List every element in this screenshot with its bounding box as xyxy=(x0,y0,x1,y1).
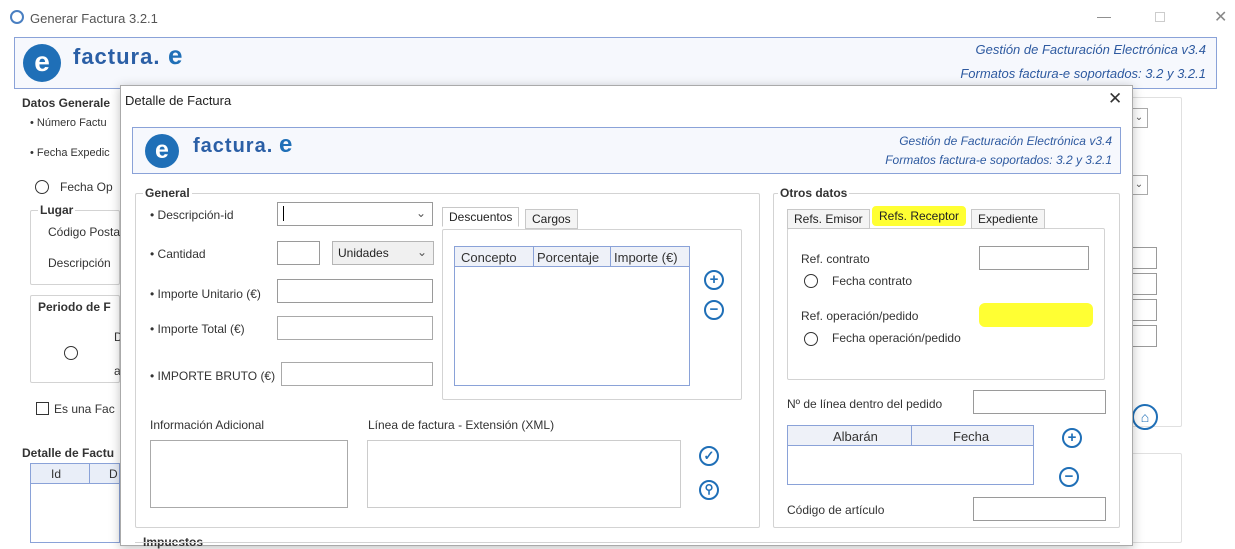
linea-pedido-input[interactable] xyxy=(973,390,1106,414)
dialog-close-button[interactable]: ✕ xyxy=(1108,89,1122,109)
codigo-articulo-label: Código de artículo xyxy=(787,503,885,517)
outer-detalle-factura-title: Detalle de Factu xyxy=(22,446,115,460)
outer-lugar-title: Lugar xyxy=(38,203,76,217)
dialog-header-line1: Gestión de Facturación Electrónica v3.4 xyxy=(899,134,1112,148)
logo-text: factura. xyxy=(73,44,161,69)
chevron-down-icon: ⌄ xyxy=(415,206,426,220)
outer-lugar-group xyxy=(30,210,120,285)
outer-window-title: Generar Factura 3.2.1 xyxy=(30,11,158,26)
unidades-value: Unidades xyxy=(338,246,389,260)
outer-right-input-4[interactable] xyxy=(1130,325,1157,347)
outer-descripcion-label: Descripción xyxy=(48,256,111,270)
outer-right-input-2[interactable] xyxy=(1130,273,1157,295)
outer-es-una-factura-label: Es una Fac xyxy=(54,402,115,416)
importe-unitario-label: • Importe Unitario (€) xyxy=(150,287,261,301)
cantidad-input[interactable] xyxy=(277,241,320,265)
dialog-title: Detalle de Factura xyxy=(125,93,232,108)
chevron-down-icon: ⌄ xyxy=(416,245,427,259)
dialog-header-line2: Formatos factura-e soportados: 3.2 y 3.2… xyxy=(885,153,1112,167)
outer-datos-generales: Datos Generale xyxy=(22,96,111,110)
outer-periodo-title: Periodo de F xyxy=(38,300,111,314)
dialog-logo-e-icon: e xyxy=(145,134,179,168)
outer-numero-factura-label: • Número Factu xyxy=(30,117,107,129)
col-albaran: Albarán xyxy=(833,429,878,444)
importe-bruto-input[interactable] xyxy=(281,362,433,386)
outer-header-banner: e factura. e Gestión de Facturación Elec… xyxy=(14,37,1217,89)
validate-check-icon[interactable]: ✓ xyxy=(699,446,719,466)
importe-total-input[interactable] xyxy=(277,316,433,340)
outer-detalle-table: Id D xyxy=(30,463,120,543)
text-cursor xyxy=(283,206,284,221)
linea-extension-textarea[interactable] xyxy=(367,440,681,508)
ref-contrato-input[interactable] xyxy=(979,246,1089,270)
outer-periodo-radio[interactable] xyxy=(64,346,78,360)
remove-descuento-button[interactable]: − xyxy=(704,300,724,320)
outer-header-line2: Formatos factura-e soportados: 3.2 y 3.2… xyxy=(960,66,1206,81)
col-porcentaje: Porcentaje xyxy=(537,250,600,265)
fecha-contrato-label: Fecha contrato xyxy=(832,274,913,288)
outer-codigo-postal-label: Código Posta xyxy=(48,225,121,239)
otros-datos-title: Otros datos xyxy=(778,186,850,200)
col-concepto: Concepto xyxy=(461,250,517,265)
dialog-header-banner: e factura. e Gestión de Facturación Elec… xyxy=(132,127,1121,174)
dialog-logo-text: factura. xyxy=(193,135,274,157)
outer-fecha-expedicion-label: • Fecha Expedic xyxy=(30,147,110,159)
linea-pedido-label: Nº de línea dentro del pedido xyxy=(787,397,943,411)
info-adicional-label: Información Adicional xyxy=(150,418,265,432)
codigo-articulo-input[interactable] xyxy=(973,497,1106,521)
ref-contrato-label: Ref. contrato xyxy=(801,252,870,266)
remove-albaran-button[interactable]: − xyxy=(1059,467,1079,487)
tab-expediente[interactable]: Expediente xyxy=(971,209,1046,229)
col-fecha: Fecha xyxy=(953,429,990,444)
impuestos-group-line xyxy=(135,542,1120,543)
outer-header-line1: Gestión de Facturación Electrónica v3.4 xyxy=(975,42,1206,57)
outer-titlebar: Generar Factura 3.2.1 — ✕ xyxy=(0,0,1235,36)
logo-text-e: e xyxy=(168,40,183,70)
descripcion-id-select[interactable]: ⌄ xyxy=(277,202,433,226)
outer-right-input-3[interactable] xyxy=(1130,299,1157,321)
cantidad-label: • Cantidad xyxy=(150,247,206,261)
importe-total-label: • Importe Total (€) xyxy=(150,322,245,336)
general-title: General xyxy=(143,186,192,200)
outer-right-bottom-group xyxy=(1130,453,1182,543)
tab-descuentos[interactable]: Descuentos xyxy=(442,207,520,227)
albaran-table: Albarán Fecha xyxy=(787,425,1034,485)
maximize-button[interactable] xyxy=(1155,12,1165,22)
add-descuento-button[interactable]: + xyxy=(704,270,724,290)
tab-cargos[interactable]: Cargos xyxy=(525,209,578,229)
tab-refs-emisor[interactable]: Refs. Emisor xyxy=(787,209,870,229)
close-outer-button[interactable]: ✕ xyxy=(1214,7,1227,27)
outer-es-una-factura-checkbox[interactable] xyxy=(36,402,49,415)
add-albaran-button[interactable]: + xyxy=(1062,428,1082,448)
ref-operacion-label: Ref. operación/pedido xyxy=(801,309,919,323)
outer-right-input-1[interactable] xyxy=(1130,247,1157,269)
importe-bruto-label: • IMPORTE BRUTO (€) xyxy=(150,369,276,383)
ref-operacion-input[interactable] xyxy=(979,303,1093,327)
linea-extension-label: Línea de factura - Extensión (XML) xyxy=(368,418,555,432)
logo-e-icon: e xyxy=(23,44,61,82)
bank-icon[interactable]: ⌂ xyxy=(1132,404,1158,430)
descripcion-id-label: • Descripción-id xyxy=(150,208,234,222)
info-adicional-textarea[interactable] xyxy=(150,440,348,508)
fecha-contrato-radio[interactable] xyxy=(804,274,818,288)
outer-fecha-op-radio[interactable] xyxy=(35,180,49,194)
importe-unitario-input[interactable] xyxy=(277,279,433,303)
fecha-operacion-label: Fecha operación/pedido xyxy=(832,331,961,345)
fecha-operacion-radio[interactable] xyxy=(804,332,818,346)
descuentos-table: Concepto Porcentaje Importe (€) xyxy=(454,246,690,386)
dialog-logo-text-e: e xyxy=(279,131,293,158)
col-importe: Importe (€) xyxy=(614,250,678,265)
magnifier-search-icon[interactable]: ⚲ xyxy=(699,480,719,500)
tab-refs-receptor[interactable]: Refs. Receptor xyxy=(872,206,967,226)
outer-fecha-op-label: Fecha Op xyxy=(60,180,113,194)
minimize-button[interactable]: — xyxy=(1097,8,1111,24)
outer-col-d: D xyxy=(109,467,118,481)
app-icon xyxy=(10,10,24,24)
outer-col-id: Id xyxy=(51,467,62,481)
unidades-select[interactable]: Unidades ⌄ xyxy=(332,241,434,265)
